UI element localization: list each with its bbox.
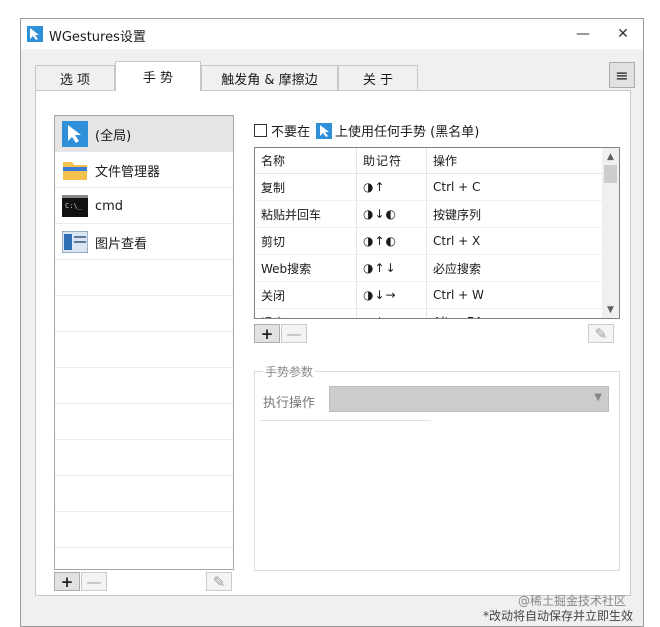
- edit-app-button[interactable]: ✎: [206, 572, 232, 591]
- remove-gesture-button[interactable]: —: [281, 324, 307, 343]
- scroll-thumb[interactable]: [604, 165, 617, 183]
- terminal-icon: C:\_: [61, 192, 89, 220]
- cell-action: Ctrl + X: [433, 234, 481, 248]
- cell-name: 粘贴并回车: [255, 201, 357, 227]
- cell-mnemonic: ◑↓→: [357, 282, 427, 308]
- list-item[interactable]: 文件管理器: [55, 152, 233, 188]
- menu-button[interactable]: ≡: [609, 62, 635, 88]
- list-item-label: cmd: [95, 198, 124, 214]
- add-app-button[interactable]: +: [54, 572, 80, 591]
- cell-mnemonic: ◑↑↓: [357, 255, 427, 281]
- cell-action: 按键序列: [433, 207, 482, 222]
- gesture-list-controls: + —: [254, 324, 307, 343]
- action-label: 执行操作: [263, 396, 316, 411]
- action-select[interactable]: ▼: [329, 386, 609, 412]
- folder-icon: [61, 156, 89, 184]
- image-viewer-icon: [61, 228, 89, 256]
- table-row[interactable]: 关闭 ◑↓→ Ctrl + W: [255, 282, 619, 309]
- chevron-down-icon: ▼: [594, 392, 602, 403]
- cursor-icon: [316, 122, 333, 139]
- tab-bar: 选 项 手 势 触发角 & 摩擦边 关 于: [35, 61, 418, 91]
- minimize-button[interactable]: —: [563, 19, 603, 49]
- cursor-icon: [61, 120, 89, 148]
- cell-mnemonic: ◑↑◐: [357, 228, 427, 254]
- cell-action: Ctrl + W: [433, 288, 484, 302]
- column-header-action[interactable]: 操作: [427, 148, 603, 173]
- app-logo-icon: [27, 26, 43, 42]
- svg-text:C:\_: C:\_: [65, 202, 83, 210]
- scroll-up-icon[interactable]: ▲: [602, 148, 619, 165]
- tab-gestures[interactable]: 手 势: [115, 61, 201, 91]
- cell-action: Ctrl + C: [433, 180, 481, 194]
- table-row[interactable]: 退出 ◑↓← Alt + F4: [255, 309, 619, 318]
- cell-name: Web搜索: [255, 255, 357, 281]
- column-header-mnemonic[interactable]: 助记符: [357, 148, 427, 173]
- blacklist-option: 不要在 上使用任何手势 (黑名单): [254, 121, 479, 140]
- list-item-label: (全局): [95, 128, 132, 144]
- blacklist-checkbox[interactable]: [254, 124, 267, 137]
- list-item-label: 图片查看: [95, 236, 148, 252]
- divider: [261, 420, 431, 421]
- pencil-icon: ✎: [594, 324, 608, 343]
- title-bar: WGestures设置 — ✕: [21, 19, 643, 49]
- blacklist-prefix: 不要在: [271, 125, 311, 140]
- cell-action: 必应搜索: [433, 261, 482, 276]
- window-title: WGestures设置: [49, 30, 146, 45]
- table-row[interactable]: Web搜索 ◑↑↓ 必应搜索: [255, 255, 619, 282]
- close-button[interactable]: ✕: [603, 19, 643, 49]
- list-item[interactable]: 图片查看: [55, 224, 233, 260]
- gesture-params-group: 手势参数 执行操作 ▼: [254, 363, 620, 571]
- list-item[interactable]: (全局): [55, 116, 233, 152]
- cell-mnemonic: ◑↓←: [357, 309, 427, 318]
- cell-name: 关闭: [255, 282, 357, 308]
- watermark: @稀土掘金技术社区: [518, 594, 627, 608]
- settings-window: WGestures设置 — ✕ 选 项 手 势 触发角 & 摩擦边 关 于 ≡ …: [20, 18, 644, 627]
- tab-hot-corners[interactable]: 触发角 & 摩擦边: [201, 65, 338, 91]
- group-title: 手势参数: [263, 363, 316, 380]
- table-row[interactable]: 复制 ◑↑ Ctrl + C: [255, 174, 619, 201]
- app-list-controls: + —: [54, 572, 107, 591]
- table-header: 名称 助记符 操作: [255, 148, 619, 174]
- list-item[interactable]: C:\_ cmd: [55, 188, 233, 224]
- app-list: (全局) 文件管理器 C:\_ cmd 图片查看: [54, 115, 234, 570]
- remove-app-button[interactable]: —: [81, 572, 107, 591]
- gestures-panel: (全局) 文件管理器 C:\_ cmd 图片查看 + — ✎ 不要在 上使用任何…: [35, 90, 631, 596]
- table-scrollbar[interactable]: ▲ ▼: [602, 148, 619, 318]
- table-row[interactable]: 剪切 ◑↑◐ Ctrl + X: [255, 228, 619, 255]
- cell-action: Alt + F4: [427, 309, 603, 318]
- cell-name: 复制: [255, 174, 357, 200]
- edit-gesture-button[interactable]: ✎: [588, 324, 614, 343]
- list-item-label: 文件管理器: [95, 164, 161, 180]
- add-gesture-button[interactable]: +: [254, 324, 280, 343]
- autosave-note: *改动将自动保存并立即生效: [482, 609, 633, 623]
- cell-name: 剪切: [255, 228, 357, 254]
- cell-mnemonic: ◑↑: [357, 174, 427, 200]
- cell-name: 退出: [255, 309, 357, 318]
- tab-about[interactable]: 关 于: [338, 65, 418, 91]
- gesture-table: 名称 助记符 操作 复制 ◑↑ Ctrl + C 粘贴并回车 ◑↓◐ 按键序列 …: [254, 147, 620, 319]
- tab-options[interactable]: 选 项: [35, 65, 115, 91]
- table-row[interactable]: 粘贴并回车 ◑↓◐ 按键序列: [255, 201, 619, 228]
- pencil-icon: ✎: [212, 572, 226, 591]
- scroll-down-icon[interactable]: ▼: [602, 301, 619, 318]
- column-header-name[interactable]: 名称: [255, 148, 357, 173]
- blacklist-suffix: 上使用任何手势 (黑名单): [335, 125, 480, 140]
- cell-mnemonic: ◑↓◐: [357, 201, 427, 227]
